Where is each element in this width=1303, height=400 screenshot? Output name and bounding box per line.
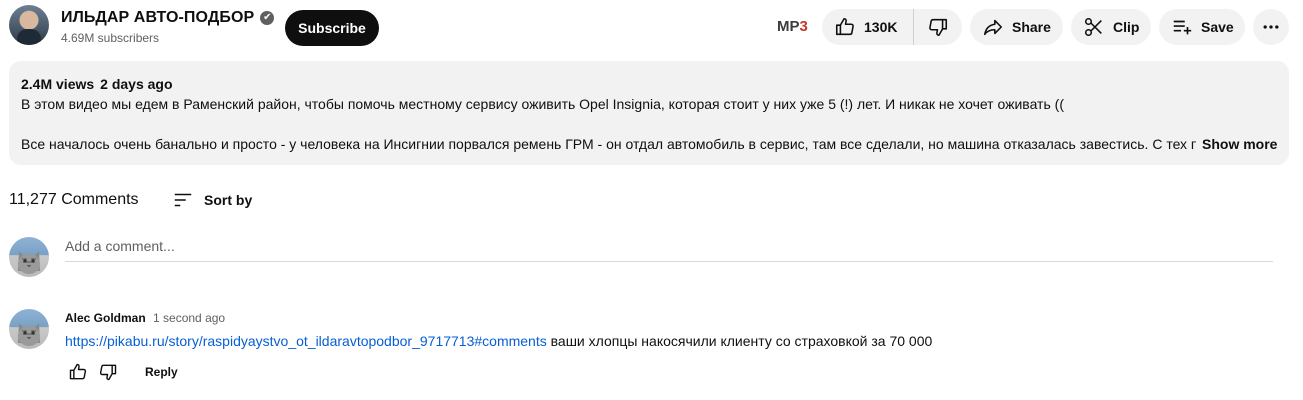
comment-author[interactable]: Alec Goldman [65,311,146,325]
thumbs-up-icon [834,16,856,38]
subscriber-count: 4.69M subscribers [61,31,160,45]
playlist-add-icon [1171,16,1193,38]
comment-body: ваши хлопцы накосячили клиенту со страхо… [546,333,933,349]
upload-date: 2 days ago [100,76,173,92]
channel-avatar[interactable] [9,5,49,45]
comment-dislike-button[interactable] [93,360,123,384]
sort-by-label: Sort by [204,192,253,208]
mp3-label: MP [777,18,800,35]
sort-by-button[interactable]: Sort by [172,189,252,211]
comment-time[interactable]: 1 second ago [153,311,225,325]
comment-text: https://pikabu.ru/story/raspidyaystvo_ot… [65,333,932,349]
comment-header: Alec Goldman 1 second ago [65,311,225,325]
share-label: Share [1012,19,1051,35]
comments-count: 11,277 Comments [9,191,139,208]
mp3-label-accent: 3 [799,18,808,35]
cat-avatar-icon [18,323,40,346]
thumbs-down-icon [927,16,949,38]
share-arrow-icon [982,16,1004,38]
save-label: Save [1201,19,1234,35]
description-line-2: Все началось очень банально и просто - у… [21,136,1196,152]
dislike-button[interactable] [914,9,962,45]
channel-name-row: ИЛЬДАР АВТО-ПОДБОР ✔ [61,9,275,27]
video-meta: 2.4M views 2 days ago [21,76,173,92]
more-actions-button[interactable] [1253,9,1289,45]
thumbs-up-icon [68,362,88,382]
share-button[interactable]: Share [970,9,1063,45]
description-line-1: В этом видео мы едем в Раменский район, … [21,96,1064,112]
like-count: 130K [864,19,898,35]
user-avatar[interactable] [9,237,49,277]
more-horizontal-icon [1261,17,1281,37]
channel-name[interactable]: ИЛЬДАР АВТО-ПОДБОР [61,9,254,27]
clip-button[interactable]: Clip [1071,9,1151,45]
comment-link[interactable]: https://pikabu.ru/story/raspidyaystvo_ot… [65,333,547,349]
view-count: 2.4M views [21,76,95,92]
description-box[interactable]: 2.4M views 2 days ago В этом видео мы еде… [9,61,1289,165]
scissors-icon [1083,16,1105,38]
show-more-button[interactable]: Show more [1202,136,1277,152]
like-dislike-group: 130K [822,9,962,45]
mp3-extension-button[interactable]: MP3 [777,18,808,35]
comment-like-button[interactable] [63,360,93,384]
thumbs-down-icon [98,362,118,382]
subscribe-button[interactable]: Subscribe [285,10,379,46]
cat-avatar-icon [18,251,40,274]
sort-icon [172,189,194,211]
verified-badge-icon: ✔ [260,11,275,25]
like-button[interactable]: 130K [822,9,914,45]
save-button[interactable]: Save [1159,9,1245,45]
add-comment-input[interactable]: Add a comment... [65,238,1273,262]
comment-actions: Reply [63,360,190,384]
clip-label: Clip [1113,19,1140,35]
comment-author-avatar[interactable] [9,309,49,349]
reply-button[interactable]: Reply [133,361,190,383]
